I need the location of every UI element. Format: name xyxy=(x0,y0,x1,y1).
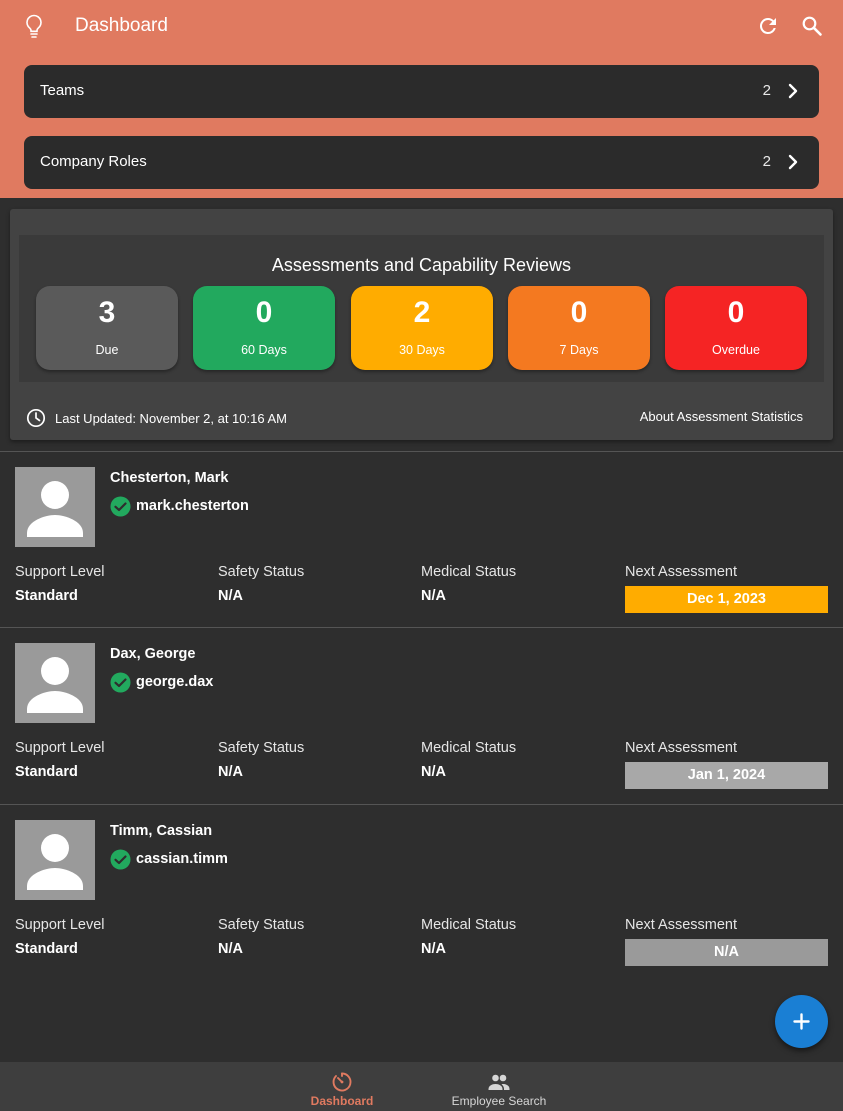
support-level-label: Support Level xyxy=(15,740,105,756)
page-title: Dashboard xyxy=(75,15,168,36)
next-assessment-label: Next Assessment xyxy=(625,740,738,756)
avatar xyxy=(15,467,95,547)
stat-tile-due[interactable]: 3 Due xyxy=(36,286,178,370)
stat-label: 60 Days xyxy=(241,343,287,357)
teams-card[interactable]: Teams 2 xyxy=(24,65,819,118)
dashboard-icon xyxy=(332,1072,352,1092)
avatar xyxy=(15,820,95,900)
person-placeholder-icon xyxy=(27,657,83,713)
verified-check-icon xyxy=(110,672,131,693)
company-roles-count: 2 xyxy=(762,153,771,170)
company-roles-card[interactable]: Company Roles 2 xyxy=(24,136,819,189)
support-level-value: Standard xyxy=(15,764,78,780)
refresh-icon[interactable] xyxy=(756,14,780,38)
next-assessment-label: Next Assessment xyxy=(625,564,738,580)
verified-check-icon xyxy=(110,496,131,517)
last-updated-text: Last Updated: November 2, at 10:16 AM xyxy=(55,411,287,426)
safety-status-label: Safety Status xyxy=(218,564,305,580)
employee-username: mark.chesterton xyxy=(136,498,249,514)
lightbulb-icon xyxy=(26,14,42,38)
next-assessment-badge: Dec 1, 2023 xyxy=(625,586,828,613)
medical-status-value: N/A xyxy=(421,941,446,957)
medical-status-label: Medical Status xyxy=(421,917,517,933)
support-level-value: Standard xyxy=(15,941,78,957)
medical-status-value: N/A xyxy=(421,588,446,604)
stat-value: 0 xyxy=(727,296,745,329)
employee-name: Chesterton, Mark xyxy=(110,470,229,486)
assessment-stats-card: Assessments and Capability Reviews 3 Due… xyxy=(19,235,824,382)
stat-value: 3 xyxy=(98,296,116,329)
safety-status-value: N/A xyxy=(218,941,243,957)
stats-title: Assessments and Capability Reviews xyxy=(271,255,572,275)
stat-label: Due xyxy=(95,343,119,357)
search-icon[interactable] xyxy=(800,14,824,38)
clock-icon xyxy=(26,408,46,428)
employee-name: Dax, George xyxy=(110,646,196,662)
stat-tile-60-days[interactable]: 0 60 Days xyxy=(193,286,335,370)
assessment-stats-panel: Assessments and Capability Reviews 3 Due… xyxy=(10,209,833,440)
employee-row[interactable]: Timm, Cassian cassian.timm Support Level… xyxy=(0,805,843,981)
safety-status-value: N/A xyxy=(218,588,243,604)
support-level-value: Standard xyxy=(15,588,78,604)
employee-row[interactable]: Chesterton, Mark mark.chesterton Support… xyxy=(0,452,843,628)
top-app-bar: Dashboard xyxy=(0,0,843,52)
stat-tile-7-days[interactable]: 0 7 Days xyxy=(508,286,650,370)
company-roles-label: Company Roles xyxy=(40,153,147,170)
safety-status-label: Safety Status xyxy=(218,740,305,756)
next-assessment-badge: Jan 1, 2024 xyxy=(625,762,828,789)
employee-username: george.dax xyxy=(136,674,214,690)
stat-value: 2 xyxy=(413,296,431,329)
app-header: Dashboard Teams 2 Company Roles 2 xyxy=(0,0,843,198)
people-icon xyxy=(488,1074,510,1090)
nav-employee-search-label: Employee Search xyxy=(451,1094,547,1108)
medical-status-label: Medical Status xyxy=(421,740,517,756)
next-assessment-label: Next Assessment xyxy=(625,917,738,933)
medical-status-value: N/A xyxy=(421,764,446,780)
stat-label: 7 Days xyxy=(559,343,599,357)
stat-label: 30 Days xyxy=(399,343,445,357)
teams-count: 2 xyxy=(762,82,771,99)
nav-dashboard-label: Dashboard xyxy=(310,1094,374,1108)
safety-status-value: N/A xyxy=(218,764,243,780)
verified-check-icon xyxy=(110,849,131,870)
safety-status-label: Safety Status xyxy=(218,917,305,933)
bottom-navigation: Dashboard Employee Search xyxy=(0,1062,843,1111)
teams-label: Teams xyxy=(40,82,85,99)
plus-icon xyxy=(793,1013,810,1030)
employee-row[interactable]: Dax, George george.dax Support Level Saf… xyxy=(0,628,843,804)
next-assessment-badge: N/A xyxy=(625,939,828,966)
employee-username: cassian.timm xyxy=(136,851,228,867)
support-level-label: Support Level xyxy=(15,564,105,580)
stat-tile-30-days[interactable]: 2 30 Days xyxy=(351,286,493,370)
stat-tile-overdue[interactable]: 0 Overdue xyxy=(665,286,807,370)
about-assessment-statistics-link[interactable]: About Assessment Statistics xyxy=(640,409,803,424)
stat-label: Overdue xyxy=(712,343,760,357)
support-level-label: Support Level xyxy=(15,917,105,933)
chevron-right-icon xyxy=(788,83,798,99)
stat-value: 0 xyxy=(255,296,273,329)
stat-value: 0 xyxy=(570,296,588,329)
chevron-right-icon xyxy=(788,154,798,170)
person-placeholder-icon xyxy=(27,834,83,890)
person-placeholder-icon xyxy=(27,481,83,537)
add-fab-button[interactable] xyxy=(775,995,828,1048)
nav-dashboard[interactable]: Dashboard xyxy=(277,1062,407,1111)
avatar xyxy=(15,643,95,723)
nav-employee-search[interactable]: Employee Search xyxy=(434,1062,564,1111)
medical-status-label: Medical Status xyxy=(421,564,517,580)
employee-name: Timm, Cassian xyxy=(110,823,213,839)
